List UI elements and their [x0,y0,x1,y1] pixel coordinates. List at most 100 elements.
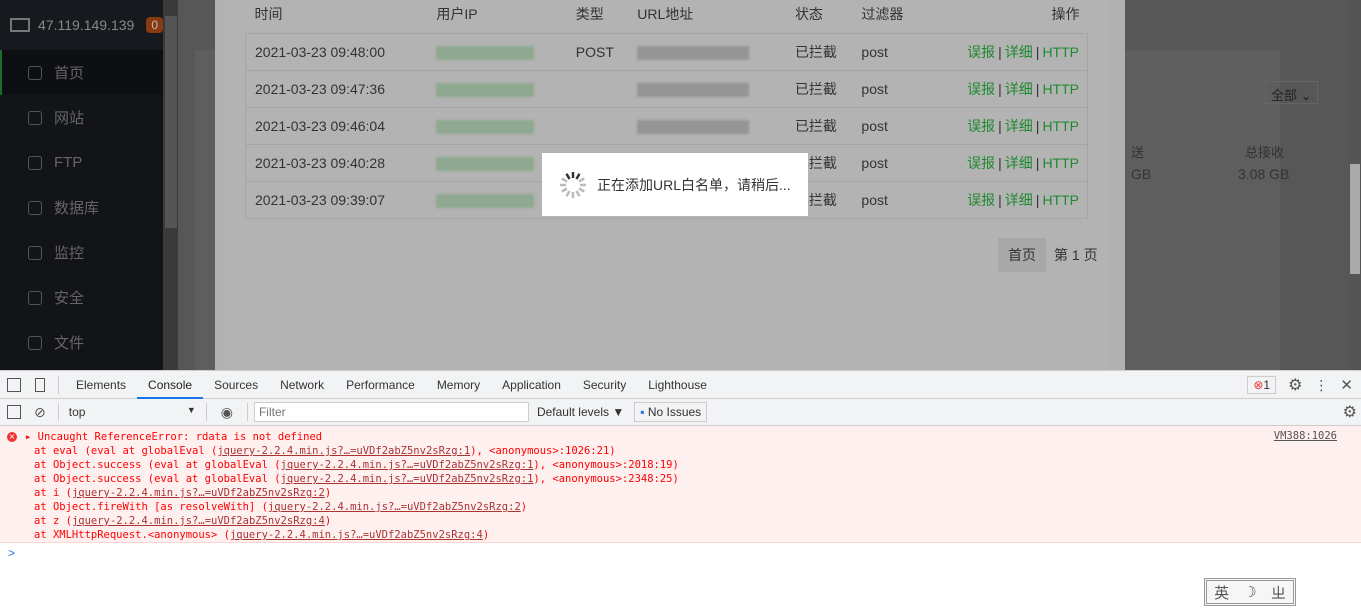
sidebar-toggle-icon[interactable] [7,405,21,419]
filter-input[interactable] [253,402,529,422]
ime-toolbar[interactable]: 英 ☽ ㄓ [1204,578,1296,606]
stack-frame: at Object.success (eval at globalEval (j… [34,473,679,485]
log-levels-select[interactable]: Default levels ▼ [537,405,624,419]
http-link[interactable]: HTTP [1042,81,1079,97]
devtools-panel: Elements Console Sources Network Performance… [0,370,1361,608]
filter-select[interactable]: 全部 ⌄ [1265,81,1318,104]
false-report-link[interactable]: 误报 [967,118,995,134]
devtools-tab[interactable]: Performance [335,371,426,399]
stack-link[interactable]: jquery-2.2.4.min.js?…=uVDf2abZ5nv2sRzg:4 [72,515,325,527]
ime-language[interactable]: 英 [1214,582,1229,603]
stack-link[interactable]: jquery-2.2.4.min.js?…=uVDf2abZ5nv2sRzg:1 [217,445,470,457]
column-header: 操作 [1051,6,1080,23]
ip-cell [427,69,567,108]
console-prompt[interactable]: > [0,543,1361,560]
sidebar-scrollbar[interactable] [163,0,178,370]
nav-icon [28,290,42,305]
stack-link[interactable]: jquery-2.2.4.min.js?…=uVDf2abZ5nv2sRzg:4 [230,529,483,541]
spinner-segment [575,189,581,197]
device-toolbar-icon[interactable] [35,377,45,392]
stack-frame: at Object.fireWith [as resolveWith] (jqu… [34,501,528,513]
devtools-tab[interactable]: Security [572,371,637,399]
status-cell: 已拦截 [785,69,853,108]
source-link[interactable]: VM388:1026 [1274,430,1337,442]
actions-cell: 误报 | 详细 | HTTP [918,143,1088,182]
devtools-tab[interactable]: Lighthouse [637,371,718,399]
http-link[interactable]: HTTP [1042,155,1079,171]
stack-link[interactable]: jquery-2.2.4.min.js?…=uVDf2abZ5nv2sRzg:2 [268,501,521,513]
stack-frame: at XMLHttpRequest.<anonymous> (jquery-2.… [34,529,490,541]
filter-cell: post [852,32,919,71]
url-cell [628,32,786,71]
devtools-tab[interactable]: Application [491,371,572,399]
more-options-icon[interactable]: ⋮ [1314,377,1328,394]
status-cell: 已拦截 [785,32,853,71]
detail-link[interactable]: 详细 [1005,155,1033,171]
false-report-link[interactable]: 误报 [967,44,995,60]
column-header: 时间 [254,6,283,23]
page-scrollbar[interactable] [1349,0,1361,370]
actions-cell: 误报 | 详细 | HTTP [918,180,1088,219]
console-settings-icon[interactable]: ⚙ [1343,402,1357,422]
stack-link[interactable]: jquery-2.2.4.min.js?…=uVDf2abZ5nv2sRzg:1 [281,473,534,485]
spinner-segment [565,189,571,197]
sidebar-item[interactable]: FTP [0,140,163,185]
issues-button[interactable]: ▪ No Issues [634,402,708,422]
false-report-link[interactable]: 误报 [967,155,995,171]
time-cell: 2021-03-23 09:39:07 [245,180,428,219]
stack-frame: at i (jquery-2.2.4.min.js?…=uVDf2abZ5nv2… [34,487,332,499]
sidebar-item[interactable]: 首页 [0,50,163,95]
devtools-tab[interactable]: Elements [65,371,137,399]
stack-frame: at z (jquery-2.2.4.min.js?…=uVDf2abZ5nv2… [34,515,332,527]
spinner-segment [575,172,581,180]
false-report-link[interactable]: 误报 [967,81,995,97]
nav-icon [28,155,42,170]
eye-icon[interactable]: ◉ [221,404,233,421]
spinner-segment [578,176,585,183]
column-header: 状态 [794,6,823,23]
clear-console-icon[interactable]: ⊘ [34,404,46,421]
devtools-tab[interactable]: Console [137,371,204,399]
inspect-element-icon[interactable] [7,377,21,392]
stack-link[interactable]: jquery-2.2.4.min.js?…=uVDf2abZ5nv2sRzg:2 [72,487,325,499]
sidebar-item[interactable]: 监控 [0,230,163,275]
recv-value: 3.08 GB [1238,166,1290,182]
error-title[interactable]: ▸ Uncaught ReferenceError: rdata is not … [0,430,1361,444]
time-cell: 2021-03-23 09:48:00 [245,32,428,71]
sidebar-item[interactable]: 文件 [0,320,163,365]
nav-icon [28,200,42,215]
filter-cell: post [852,143,919,182]
detail-link[interactable]: 详细 [1005,44,1033,60]
sidebar-item[interactable]: 安全 [0,275,163,320]
punctuation-icon[interactable]: ㄓ [1271,582,1286,603]
http-link[interactable]: HTTP [1042,192,1079,208]
spinner-segment [578,186,585,193]
close-icon[interactable]: ✕ [1340,376,1353,394]
ip-cell [427,106,567,145]
pagination: 首页 第 1 页 [998,238,1106,272]
http-link[interactable]: HTTP [1042,118,1079,134]
nav-icon [28,65,42,80]
detail-link[interactable]: 详细 [1005,81,1033,97]
http-link[interactable]: HTTP [1042,44,1079,60]
devtools-tab[interactable]: Network [269,371,335,399]
devtools-tab[interactable]: Memory [426,371,491,399]
error-count-badge[interactable]: ⊗1 [1247,376,1277,394]
column-header: 过滤器 [861,6,904,23]
notification-badge[interactable]: 0 [146,17,163,33]
detail-link[interactable]: 详细 [1005,192,1033,208]
settings-icon[interactable]: ⚙ [1288,375,1302,395]
stack-link[interactable]: jquery-2.2.4.min.js?…=uVDf2abZ5nv2sRzg:1 [281,459,534,471]
false-report-link[interactable]: 误报 [967,192,995,208]
devtools-tab[interactable]: Sources [203,371,269,399]
moon-icon[interactable]: ☽ [1243,583,1256,601]
filter-cell: post [852,180,919,219]
sidebar-item[interactable]: 数据库 [0,185,163,230]
time-cell: 2021-03-23 09:46:04 [245,106,428,145]
stack-frame: at eval (eval at globalEval (jquery-2.2.… [34,445,616,457]
detail-link[interactable]: 详细 [1005,118,1033,134]
sidebar-item[interactable]: 网站 [0,95,163,140]
first-page-button[interactable]: 首页 [998,238,1046,272]
spinner-segment [565,172,571,180]
context-select[interactable]: top ▼ [65,405,200,419]
